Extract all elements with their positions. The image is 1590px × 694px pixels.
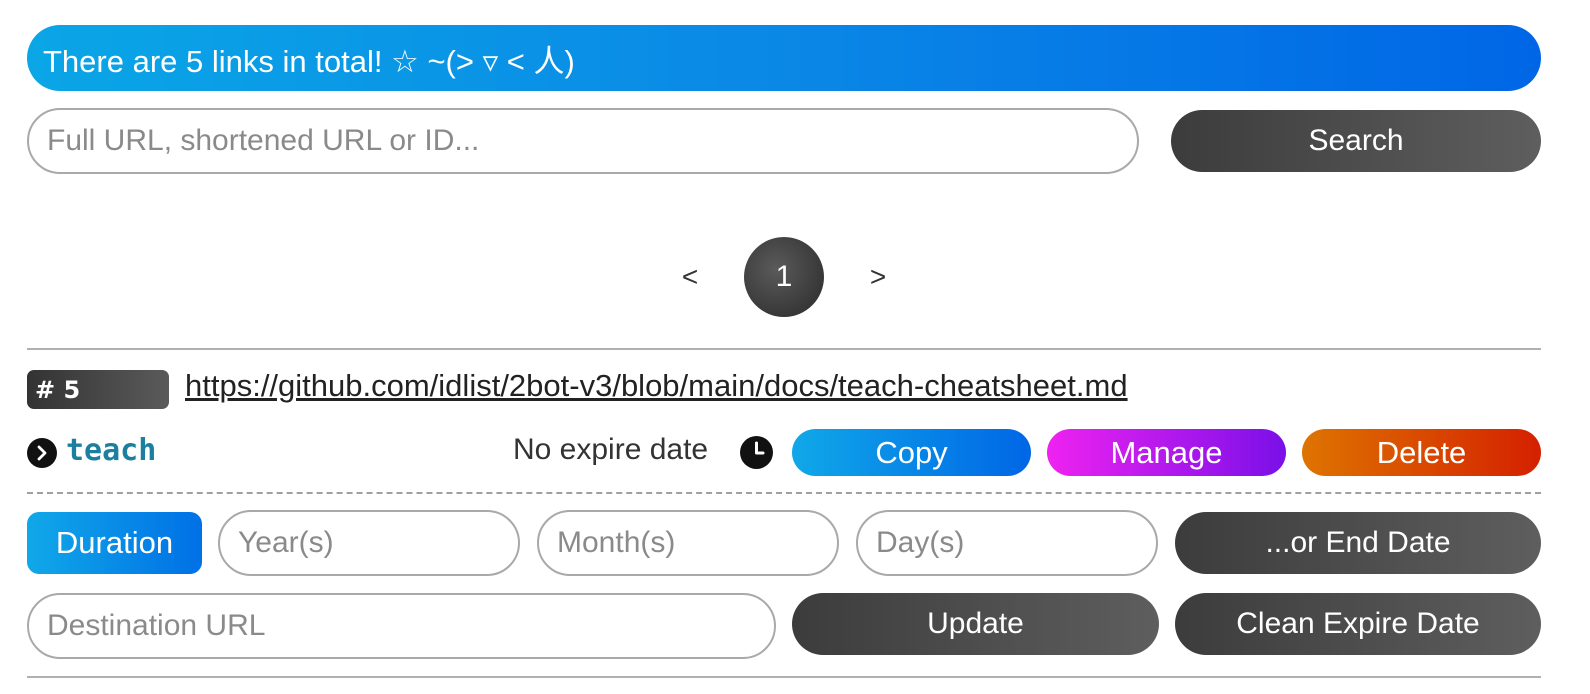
current-page-button[interactable]: 1 (744, 237, 824, 317)
chevron-right-circle-icon (27, 438, 57, 468)
next-page-button[interactable]: > (858, 257, 898, 297)
link-count-banner: There are 5 links in total! ☆ ~(> ▿ < 人) (27, 25, 1541, 91)
days-input[interactable] (856, 510, 1158, 576)
bottom-divider (27, 676, 1541, 678)
link-id-badge: # 5 (27, 370, 169, 409)
dashed-divider (27, 492, 1541, 494)
years-input[interactable] (218, 510, 520, 576)
link-count-text: There are 5 links in total! ☆ ~(> ▿ < 人) (43, 43, 575, 79)
months-input[interactable] (537, 510, 839, 576)
copy-button[interactable]: Copy (792, 429, 1031, 476)
destination-url-link[interactable]: https://github.com/idlist/2bot-v3/blob/m… (185, 368, 1128, 404)
update-button[interactable]: Update (792, 593, 1159, 655)
expire-status: No expire date (513, 433, 709, 466)
clock-icon (740, 436, 773, 469)
prev-page-button[interactable]: < (670, 257, 710, 297)
divider (27, 348, 1541, 350)
link-id-label: # 5 (35, 375, 81, 404)
clean-expire-date-button[interactable]: Clean Expire Date (1175, 593, 1541, 655)
destination-url-input[interactable] (27, 593, 776, 659)
delete-button[interactable]: Delete (1302, 429, 1541, 476)
end-date-button[interactable]: ...or End Date (1175, 512, 1541, 574)
short-code[interactable]: teach (66, 433, 156, 468)
manage-button[interactable]: Manage (1047, 429, 1286, 476)
search-button[interactable]: Search (1171, 110, 1541, 172)
search-input[interactable] (27, 108, 1139, 174)
duration-label: Duration (27, 512, 202, 574)
